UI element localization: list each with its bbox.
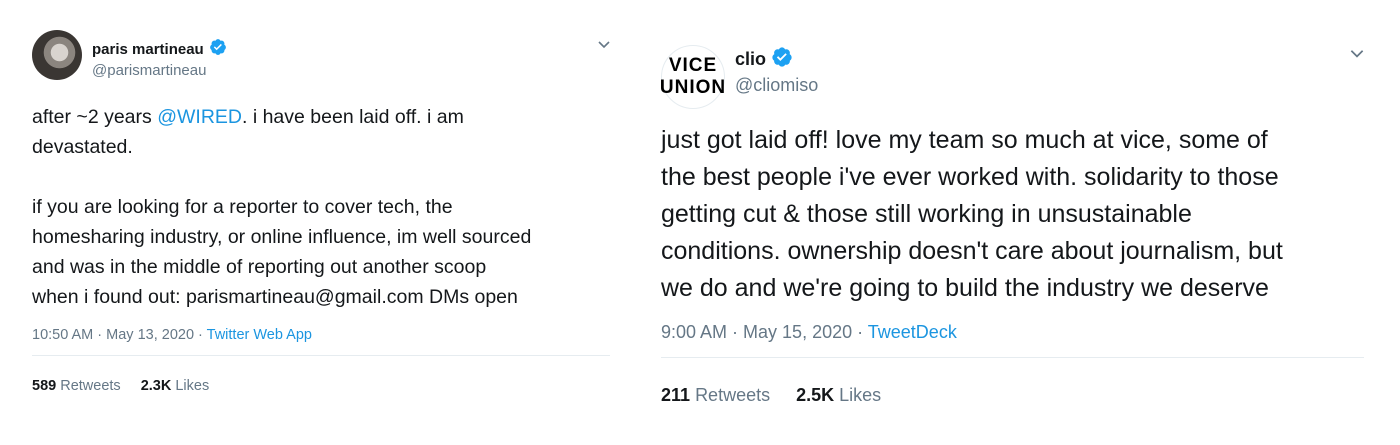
author-handle[interactable]: @cliomiso [735,75,818,96]
timestamp[interactable]: 10:50 AM · May 13, 2020 · [32,327,207,343]
tweet-paragraph: after ~2 years @WIRED. i have been laid … [32,102,632,162]
likes-stat[interactable]: 2.5K Likes [796,385,881,406]
mention-link[interactable]: @WIRED [157,106,242,128]
author-name[interactable]: paris martineau [92,41,204,58]
author-handle[interactable]: @parismartineau [92,62,206,79]
source-link[interactable]: Twitter Web App [207,327,312,343]
tweet-card-clio: VICE UNION clio @cliomiso just got laid … [660,40,1366,405]
retweets-stat[interactable]: 589 Retweets [32,378,121,394]
likes-count: 2.3K [140,378,172,394]
tweet-meta: 10:50 AM · May 13, 2020 · Twitter Web Ap… [32,327,312,343]
retweets-count: 589 [32,378,57,394]
avatar[interactable] [32,30,82,80]
tweet-paragraph: just got laid off! love my team so much … [661,126,1283,302]
author-name[interactable]: clio [735,49,766,70]
verified-badge-icon [771,46,793,73]
likes-label: Likes [839,385,882,405]
tweet-body: just got laid off! love my team so much … [661,122,1381,307]
retweets-count: 211 [661,385,691,405]
retweets-label: Retweets [695,385,771,405]
tweet-header: VICE UNION clio @cliomiso [660,40,1366,109]
divider [32,355,610,356]
tweet-meta: 9:00 AM · May 15, 2020 · TweetDeck [661,322,957,343]
tweet-text: after ~2 years [32,106,158,128]
retweets-label: Retweets [60,378,121,394]
tweet-body: after ~2 years @WIRED. i have been laid … [32,102,632,312]
chevron-down-icon[interactable] [1348,44,1366,67]
chevron-down-icon[interactable] [596,36,612,57]
tweet-paragraph: if you are looking for a reporter to cov… [32,196,532,308]
tweet-stats: 211 Retweets 2.5K Likes [661,385,881,406]
tweet-header: paris martineau @parismartineau [32,30,612,90]
verified-badge-icon [209,38,227,61]
avatar-logo-line: UNION [659,77,727,98]
likes-count: 2.5K [796,385,835,405]
author-name-row[interactable]: paris martineau [92,38,227,61]
avatar[interactable]: VICE UNION [659,45,727,109]
divider [661,357,1364,358]
author-name-row[interactable]: clio [735,46,793,73]
tweet-stats: 589 Retweets 2.3K Likes [32,378,209,394]
source-link[interactable]: TweetDeck [868,322,957,342]
likes-label: Likes [175,378,210,394]
tweet-card-paris: paris martineau @parismartineau after ~2… [32,30,612,394]
avatar-logo-line: VICE [668,55,718,76]
timestamp[interactable]: 9:00 AM · May 15, 2020 · [661,322,868,342]
retweets-stat[interactable]: 211 Retweets [661,385,770,406]
likes-stat[interactable]: 2.3K Likes [141,378,210,394]
